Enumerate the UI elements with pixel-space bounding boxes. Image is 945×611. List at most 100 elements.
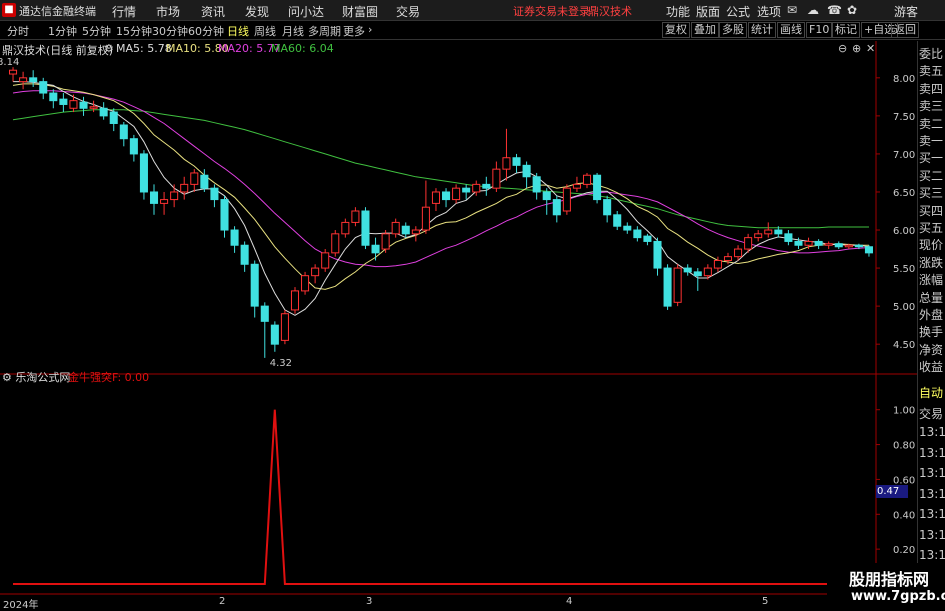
candle (834, 241, 843, 250)
menu-item-discover[interactable]: 发现 (245, 3, 269, 20)
draw-line-button[interactable]: 画线 (777, 22, 805, 38)
menu-item-news[interactable]: 资讯 (201, 3, 225, 20)
mark-button[interactable]: 标记 (832, 22, 860, 38)
menu-item-wealth[interactable]: 财富圈 (342, 3, 378, 20)
period-tab-30min[interactable]: 30分钟 (152, 23, 188, 39)
adjust-button[interactable]: 复权 (662, 22, 690, 38)
candle (431, 188, 440, 211)
indicator-current-marker: 0.47 (876, 485, 908, 498)
candle-body (119, 124, 128, 140)
candle (824, 241, 833, 250)
multi-stock-button[interactable]: 多股 (719, 22, 747, 38)
indicator-settings-icon: ⚙ (2, 371, 15, 384)
period-tab-multi[interactable]: 多周期 (308, 23, 341, 39)
signal-line-group (13, 409, 869, 585)
user-label[interactable]: 游客 (894, 3, 918, 20)
candle-body (230, 229, 239, 246)
candle (593, 172, 602, 204)
candle-body (663, 267, 672, 307)
candlestick-chart[interactable]: 8.00 7.50 7.00 6.50 6.00 5.50 5.00 4.50 1.00 0.80… (0, 41, 918, 609)
price-tick-label: 5.00 (893, 302, 915, 313)
menu-item-quotes[interactable]: 行情 (112, 3, 136, 20)
price-tick-label: 6.00 (893, 226, 915, 237)
candle (331, 230, 340, 257)
quote-label: 涨幅 (919, 273, 944, 288)
back-button[interactable]: 返回 (891, 22, 919, 38)
candle (512, 153, 521, 173)
menu-item-layout[interactable]: 版面 (696, 3, 720, 20)
quote-label: 买四 (919, 203, 944, 218)
candle (311, 264, 320, 284)
period-tab-more[interactable]: 更多 (343, 23, 365, 39)
candle-body (824, 243, 833, 246)
overlay-button[interactable]: 叠加 (691, 22, 719, 38)
candle (633, 226, 642, 242)
candle-body (774, 229, 783, 235)
period-tab-intraday[interactable]: 分时 (7, 23, 29, 39)
login-notice[interactable]: 证券交易未登录 (513, 3, 590, 19)
menu-item-functions[interactable]: 功能 (666, 3, 690, 20)
period-tab-monthly[interactable]: 月线 (282, 23, 304, 39)
indicator-formula: 金牛强突F: 0.00 (68, 370, 149, 384)
candle-body (351, 210, 360, 223)
candle-body (593, 174, 602, 201)
menu-item-ask[interactable]: 问小达 (288, 3, 324, 20)
candle-body (482, 183, 491, 189)
quote-label: 现价 (919, 238, 944, 253)
message-icon[interactable]: ✉ (787, 3, 797, 17)
quote-label: 委比 (919, 47, 944, 61)
indicator-tick-label: 0.40 (893, 510, 915, 521)
candle-body (240, 244, 249, 265)
period-tab-60min[interactable]: 60分钟 (188, 23, 224, 39)
candle (301, 271, 310, 295)
stats-button[interactable]: 统计 (748, 22, 776, 38)
cloud-icon[interactable]: ☁ (807, 3, 819, 17)
candle-body (331, 233, 340, 254)
candle-body (190, 172, 199, 185)
candle-body (472, 183, 481, 193)
candle-body (139, 153, 148, 193)
candle-body (623, 225, 632, 231)
period-tab-daily[interactable]: 日线 (227, 23, 249, 39)
candle-body (79, 101, 88, 109)
quote-label: 买三 (919, 186, 944, 201)
candle (69, 94, 78, 113)
trade-time: 交易 (919, 406, 944, 421)
candle (210, 184, 219, 208)
candle-body (532, 176, 541, 193)
candle (492, 161, 501, 192)
candle (270, 321, 279, 352)
candle-body (673, 267, 682, 303)
menu-item-formula[interactable]: 公式 (726, 3, 750, 20)
candle-body (633, 229, 642, 239)
period-tab-5min[interactable]: 5分钟 (82, 23, 111, 39)
candle-body (582, 174, 592, 185)
period-tab-weekly[interactable]: 周线 (254, 23, 276, 39)
menu-item-options[interactable]: 选项 (757, 3, 781, 20)
candle-body (854, 244, 863, 248)
candle-body (512, 157, 521, 166)
candle-body (552, 199, 561, 216)
candle-body (49, 92, 58, 102)
chat-icon[interactable]: ☎ (827, 3, 842, 17)
period-tab-1min[interactable]: 1分钟 (48, 23, 77, 39)
candle (160, 191, 169, 215)
menu-item-trade[interactable]: 交易 (396, 3, 420, 20)
candle-body (29, 77, 38, 83)
candle (139, 150, 148, 200)
candle (59, 93, 68, 113)
trade-time: 13:13 (919, 425, 945, 439)
menu-item-market[interactable]: 市场 (156, 3, 180, 20)
candle (39, 77, 48, 100)
candle (623, 222, 632, 234)
period-tab-15min[interactable]: 15分钟 (116, 23, 152, 39)
candle-body (180, 183, 189, 193)
candle (180, 176, 189, 200)
candle-body (341, 221, 350, 235)
candle-body (160, 199, 169, 204)
f10-button[interactable]: F10 (806, 22, 833, 38)
candle-body (653, 240, 662, 269)
skin-icon[interactable]: ✿ (847, 3, 857, 17)
candle (482, 176, 491, 196)
more-chevron-icon[interactable]: › (368, 23, 372, 36)
